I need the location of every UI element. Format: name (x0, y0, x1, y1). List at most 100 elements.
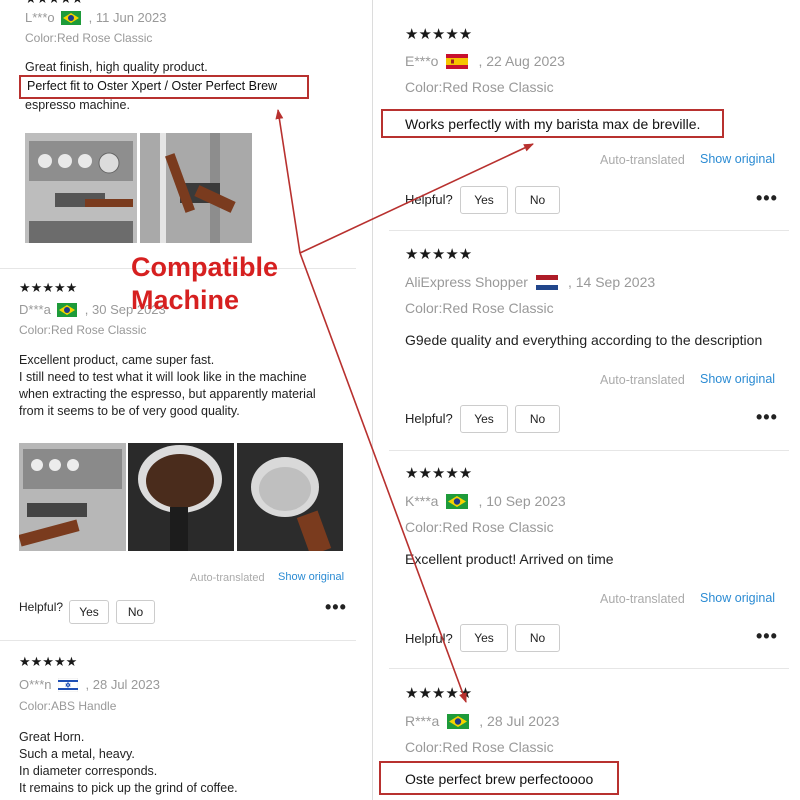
brazil-flag-icon (56, 302, 77, 317)
review-photo-portafilter[interactable] (237, 443, 343, 551)
review-photo-machine[interactable] (19, 443, 126, 551)
review-photo-portafilter[interactable] (140, 133, 252, 243)
helpful-row: Helpful? (405, 411, 453, 426)
helpful-no-button[interactable]: No (515, 405, 560, 433)
helpful-no-button[interactable]: No (116, 600, 155, 624)
highlighted-review-text: Perfect fit to Oster Xpert / Oster Perfe… (19, 75, 309, 99)
review-text-line: Excellent product, came super fast. (19, 353, 215, 367)
review-card-ra: ★★★★★ R***a , 28 Jul 2023 Color:Red Rose… (405, 686, 790, 755)
review-date: , 28 Jul 2023 (85, 677, 160, 692)
right-divider-1 (389, 230, 789, 231)
review-card-ka: ★★★★★ K***a , 10 Sep 2023 Color:Red Rose… (405, 466, 790, 569)
helpful-no-button[interactable]: No (515, 624, 560, 652)
helpful-yes-button[interactable]: Yes (460, 405, 508, 433)
review-date: , 28 Jul 2023 (479, 713, 560, 729)
helpful-row: Helpful? (19, 600, 63, 614)
netherlands-flag-icon (535, 274, 558, 290)
show-original-link[interactable]: Show original (278, 571, 344, 583)
right-divider-2 (389, 450, 789, 451)
show-original-link[interactable]: Show original (700, 152, 775, 166)
helpful-row: Helpful? (405, 631, 453, 646)
review-text-line: I still need to test what it will look l… (19, 370, 307, 384)
show-original-link[interactable]: Show original (700, 591, 775, 605)
review-date: , 11 Jun 2023 (88, 10, 167, 25)
helpful-yes-button[interactable]: Yes (460, 186, 508, 214)
review-meta: L***o , 11 Jun 2023 (25, 10, 365, 25)
helpful-yes-button[interactable]: Yes (69, 600, 109, 624)
color-variant: Color:Red Rose Classic (405, 519, 554, 535)
column-separator (372, 0, 373, 800)
review-meta: AliExpress Shopper , 14 Sep 2023 (405, 274, 790, 290)
brazil-flag-icon (60, 10, 81, 25)
israel-flag-icon (57, 677, 78, 692)
auto-translated-label: Auto-translated (600, 153, 685, 167)
reviewer-name: AliExpress Shopper (405, 274, 528, 290)
reviewer-name: K***a (405, 493, 439, 509)
review-card-on: ★★★★★ O***n , 28 Jul 2023 Color:ABS Hand… (19, 655, 354, 797)
helpful-label: Helpful? (405, 192, 453, 207)
spain-flag-icon (446, 53, 469, 69)
more-options-icon[interactable]: ••• (756, 189, 778, 207)
review-body: Excellent product, came super fast. I st… (19, 352, 354, 420)
review-text-line: In diameter corresponds. (19, 764, 158, 778)
reviewer-name: R***a (405, 713, 440, 729)
review-photo-filter-basket[interactable] (128, 443, 234, 551)
review-text-line: Such a metal, heavy. (19, 747, 135, 761)
review-text: G9ede quality and everything according t… (405, 332, 763, 348)
highlighted-review-text: Works perfectly with my barista max de b… (381, 109, 725, 138)
reviewer-name: E***o (405, 53, 439, 69)
review-photo-machine[interactable] (25, 133, 137, 243)
review-text-line: Great Horn. (19, 730, 85, 744)
auto-translated-label: Auto-translated (600, 592, 685, 606)
more-options-icon[interactable]: ••• (756, 408, 778, 426)
helpful-label: Helpful? (19, 600, 64, 614)
review-meta: K***a , 10 Sep 2023 (405, 493, 790, 509)
review-text-line: It remains to pick up the grind of coffe… (19, 781, 238, 795)
review-text: Excellent product! Arrived on time (405, 551, 614, 567)
review-text: Great finish, high quality product. (25, 60, 208, 74)
helpful-row: Helpful? (405, 192, 453, 207)
show-original-link[interactable]: Show original (700, 372, 775, 386)
callout-line-2: Machine (131, 285, 240, 315)
review-date: , 14 Sep 2023 (567, 274, 656, 290)
review-card-eo: ★★★★★ E***o , 22 Aug 2023 Color:Red Rose… (405, 27, 785, 95)
star-rating: ★★★★★ (405, 26, 473, 43)
review-text-line: from it seems to be of very good quality… (19, 404, 240, 418)
review-meta: E***o , 22 Aug 2023 (405, 53, 785, 69)
brazil-flag-icon (447, 713, 470, 729)
review-card-aliexpress-shopper: ★★★★★ AliExpress Shopper , 14 Sep 2023 C… (405, 247, 790, 350)
reviewer-name: L***o (25, 10, 55, 25)
auto-translated-label: Auto-translated (190, 572, 265, 584)
review-meta: O***n , 28 Jul 2023 (19, 677, 354, 692)
helpful-label: Helpful? (405, 411, 453, 426)
color-variant: Color:Red Rose Classic (405, 300, 554, 316)
right-divider-3 (389, 668, 789, 669)
more-options-icon[interactable]: ••• (325, 598, 347, 616)
highlighted-review-text: Oste perfect brew perfectoooo (379, 761, 619, 795)
left-divider-2 (0, 640, 356, 641)
helpful-no-button[interactable]: No (515, 186, 560, 214)
star-rating: ★★★★★ (25, 0, 83, 5)
review-card-lo: L***o , 11 Jun 2023 Color:Red Rose Class… (25, 10, 365, 76)
brazil-flag-icon (446, 493, 469, 509)
color-variant: Color:Red Rose Classic (405, 739, 554, 755)
compatible-machine-callout: Compatible Machine (131, 251, 278, 317)
star-rating: ★★★★★ (405, 246, 473, 263)
color-variant: Color:ABS Handle (19, 699, 117, 713)
reviewer-name: O***n (19, 677, 52, 692)
color-variant: Color:Red Rose Classic (19, 323, 147, 337)
review-body: Great Horn. Such a metal, heavy. In diam… (19, 729, 354, 797)
review-text-continued: espresso machine. (25, 98, 130, 112)
color-variant: Color:Red Rose Classic (405, 79, 554, 95)
review-date: , 22 Aug 2023 (478, 53, 565, 69)
review-text-line: when extracting the espresso, but appare… (19, 387, 316, 401)
star-rating: ★★★★★ (405, 685, 473, 702)
helpful-label: Helpful? (405, 631, 453, 646)
reviewer-name: D***a (19, 302, 51, 317)
callout-line-1: Compatible (131, 252, 279, 282)
auto-translated-label: Auto-translated (600, 373, 685, 387)
more-options-icon[interactable]: ••• (756, 627, 778, 645)
color-variant: Color:Red Rose Classic (25, 31, 153, 45)
helpful-yes-button[interactable]: Yes (460, 624, 508, 652)
review-date: , 10 Sep 2023 (478, 493, 566, 509)
